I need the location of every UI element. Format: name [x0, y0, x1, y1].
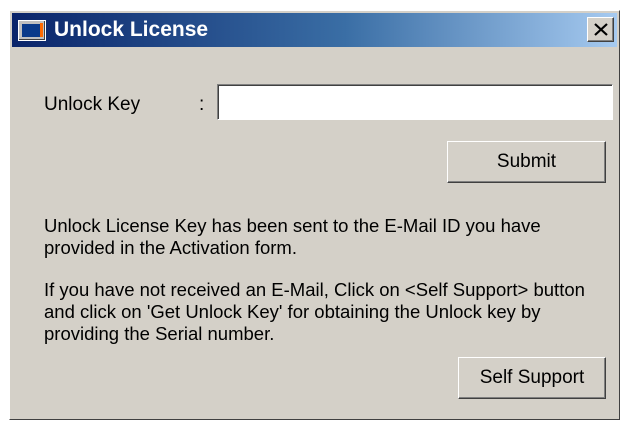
license-app-icon [18, 20, 46, 41]
unlock-key-input[interactable] [217, 84, 613, 120]
unlock-key-separator: : [199, 94, 205, 115]
sent-notice-text: Unlock License Key has been sent to the … [44, 215, 541, 258]
submit-button[interactable]: Submit [447, 141, 606, 183]
unlock-license-dialog: Unlock License Unlock Key : Submit Unloc… [9, 10, 620, 420]
unlock-key-label: Unlock Key [44, 94, 141, 115]
close-button[interactable] [587, 17, 614, 42]
title-bar[interactable]: Unlock License [12, 13, 617, 47]
window-title: Unlock License [54, 18, 209, 41]
self-support-button[interactable]: Self Support [458, 357, 606, 399]
self-support-hint-text: If you have not received an E-Mail, Clic… [44, 279, 585, 344]
close-icon [593, 23, 608, 36]
